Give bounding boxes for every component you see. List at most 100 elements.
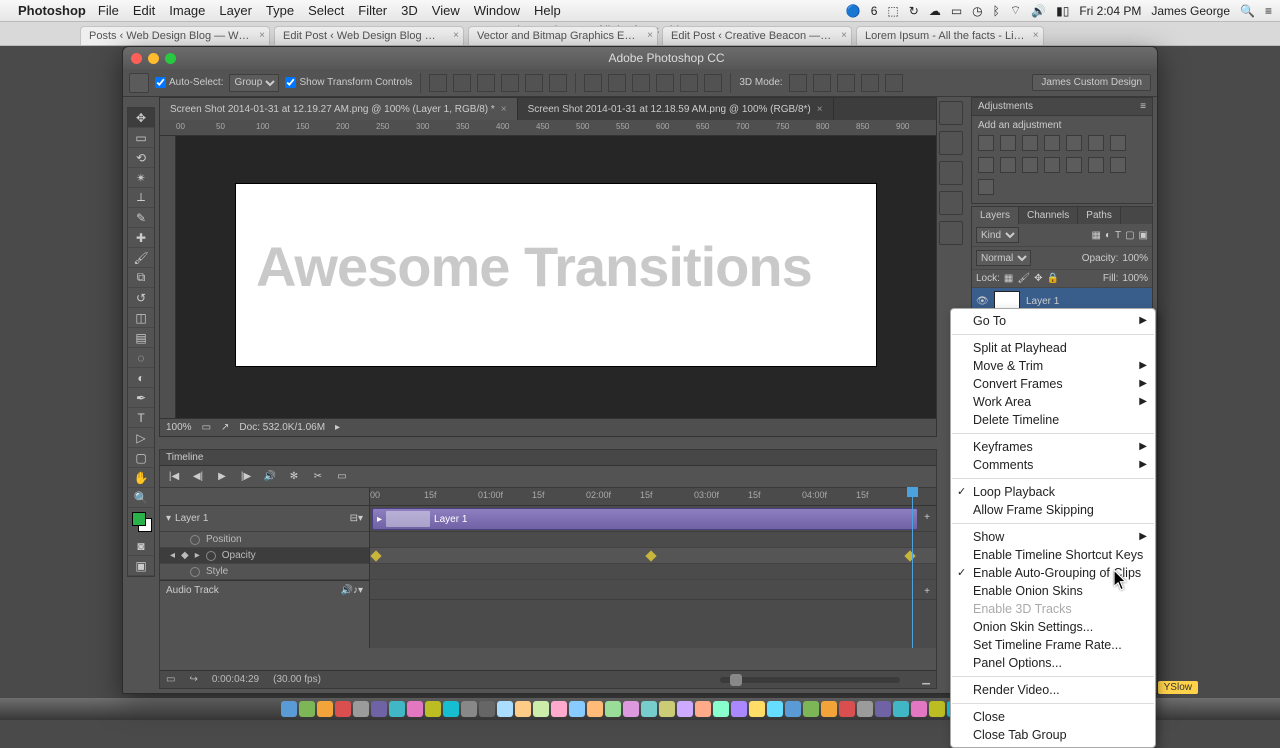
dock-app-icon[interactable] [821,701,837,717]
add-audio-icon[interactable]: + [920,582,934,602]
user-name[interactable]: James George [1151,4,1230,18]
browser-tab[interactable]: Edit Post ‹ Creative Beacon — W…× [662,26,852,45]
pen-tool[interactable]: ✒ [128,388,154,408]
keyframe-icon[interactable] [646,550,657,561]
panel-title[interactable]: Timeline [166,452,203,463]
settings-icon[interactable]: ✻ [284,469,304,485]
gradmap-icon[interactable] [1110,157,1126,173]
canvas-viewport[interactable]: Awesome Transitions [176,136,936,418]
dock-app-icon[interactable] [443,701,459,717]
distribute-icon[interactable] [632,74,650,92]
render-icon[interactable]: ↪ [189,674,197,685]
play-icon[interactable]: ▶ [212,469,232,485]
threshold-icon[interactable] [1088,157,1104,173]
curves-icon[interactable] [1022,135,1038,151]
distribute-icon[interactable] [608,74,626,92]
crop-tool[interactable]: ⟂ [128,188,154,208]
menu-item[interactable]: Delete Timeline [951,411,1155,429]
menu-item[interactable]: Panel Options... [951,654,1155,672]
keyframe-icon[interactable] [370,550,381,561]
dock-app-icon[interactable] [767,701,783,717]
close-tab-icon[interactable]: × [259,30,265,41]
tab-channels[interactable]: Channels [1019,207,1078,224]
property-row[interactable]: Position [160,532,369,548]
dock-app-icon[interactable] [749,701,765,717]
sync-icon[interactable]: ↻ [909,4,919,18]
menu-item[interactable]: Render Video... [951,681,1155,699]
dock-app-icon[interactable] [371,701,387,717]
panel-title[interactable]: Adjustments [978,101,1033,112]
zoom-tool[interactable]: 🔍 [128,488,154,508]
dock-app-icon[interactable] [731,701,747,717]
color-swatches[interactable] [128,508,154,536]
mode3d-icon[interactable] [789,74,807,92]
add-media-icon[interactable]: + [920,508,934,528]
show-transform-checkbox[interactable]: Show Transform Controls [285,77,412,88]
align-vcenter-icon[interactable] [453,74,471,92]
mode3d-icon[interactable] [885,74,903,92]
tab-layers[interactable]: Layers [972,207,1019,224]
history-panel-icon[interactable] [939,101,963,125]
dodge-tool[interactable]: ◐ [128,368,154,388]
invert-icon[interactable] [1044,157,1060,173]
dock-app-icon[interactable] [569,701,585,717]
eyedropper-tool[interactable]: ✎ [128,208,154,228]
close-tab-icon[interactable]: × [1033,30,1039,41]
dock-app-icon[interactable] [839,701,855,717]
dropbox-icon[interactable]: ⬚ [887,4,898,18]
dock-app-icon[interactable] [713,701,729,717]
dock-app-icon[interactable] [353,701,369,717]
gradient-tool[interactable]: ▤ [128,328,154,348]
close-tab-icon[interactable]: × [501,104,507,115]
properties-panel-icon[interactable] [939,161,963,185]
menu-view[interactable]: View [432,3,460,18]
align-right-icon[interactable] [549,74,567,92]
stopwatch-icon[interactable] [206,551,216,561]
distribute-icon[interactable] [656,74,674,92]
keyframe-lane[interactable] [370,548,936,564]
filter-shape-icon[interactable]: ▢ [1125,230,1134,241]
property-row[interactable]: Style [160,564,369,580]
dock-app-icon[interactable] [677,701,693,717]
split-icon[interactable]: ✂ [308,469,328,485]
stopwatch-icon[interactable] [190,567,200,577]
zoom-out-icon[interactable]: ▁ [922,674,930,685]
battery-icon[interactable]: ▮▯ [1056,4,1069,18]
menu-image[interactable]: Image [169,3,205,18]
next-frame-icon[interactable]: |▶ [236,469,256,485]
menu-item[interactable]: Enable Timeline Shortcut Keys [951,546,1155,564]
convert-frames-icon[interactable]: ▭ [166,674,175,685]
panel-menu-icon[interactable]: ≡ [1140,101,1146,112]
menu-item[interactable]: Convert Frames▶ [951,375,1155,393]
dock-app-icon[interactable] [551,701,567,717]
clock[interactable]: Fri 2:04 PM [1079,4,1141,18]
app-name[interactable]: Photoshop [18,3,86,18]
align-top-icon[interactable] [429,74,447,92]
timeline-tracks[interactable]: 0015f01:00f15f02:00f15f03:00f15f04:00f15… [370,488,936,648]
menu-item[interactable]: Show▶ [951,528,1155,546]
dock-app-icon[interactable] [461,701,477,717]
zoom-icon[interactable] [165,53,176,64]
timemachine-icon[interactable]: ◷ [972,4,982,18]
lock-trans-icon[interactable]: ▦ [1004,273,1013,284]
move-tool[interactable]: ✥ [128,108,154,128]
doc-size[interactable]: Doc: 532.0K/1.06M [239,422,325,433]
display-icon[interactable]: ▭ [951,4,962,18]
dock-app-icon[interactable] [425,701,441,717]
menu-item[interactable]: Keyframes▶ [951,438,1155,456]
menu-item[interactable]: Work Area▶ [951,393,1155,411]
distribute-icon[interactable] [584,74,602,92]
chevron-down-icon[interactable]: ▾ [166,513,171,524]
zoom-value[interactable]: 100% [166,422,192,433]
menu-window[interactable]: Window [474,3,520,18]
note-icon[interactable]: ♪▾ [353,585,363,596]
spotlight-icon[interactable]: 🔍 [1240,4,1255,18]
add-key-icon[interactable]: ◆ [181,550,189,561]
blend-mode[interactable]: Normal [976,250,1031,266]
close-icon[interactable] [131,53,142,64]
document-tab[interactable]: Screen Shot 2014-01-31 at 12.19.27 AM.pn… [160,98,518,120]
ruler-horizontal[interactable]: 0050100150200250300350400450500550600650… [160,120,936,136]
mode3d-icon[interactable] [837,74,855,92]
brush-tool[interactable]: 🖌 [128,248,154,268]
blur-tool[interactable]: ◌ [128,348,154,368]
